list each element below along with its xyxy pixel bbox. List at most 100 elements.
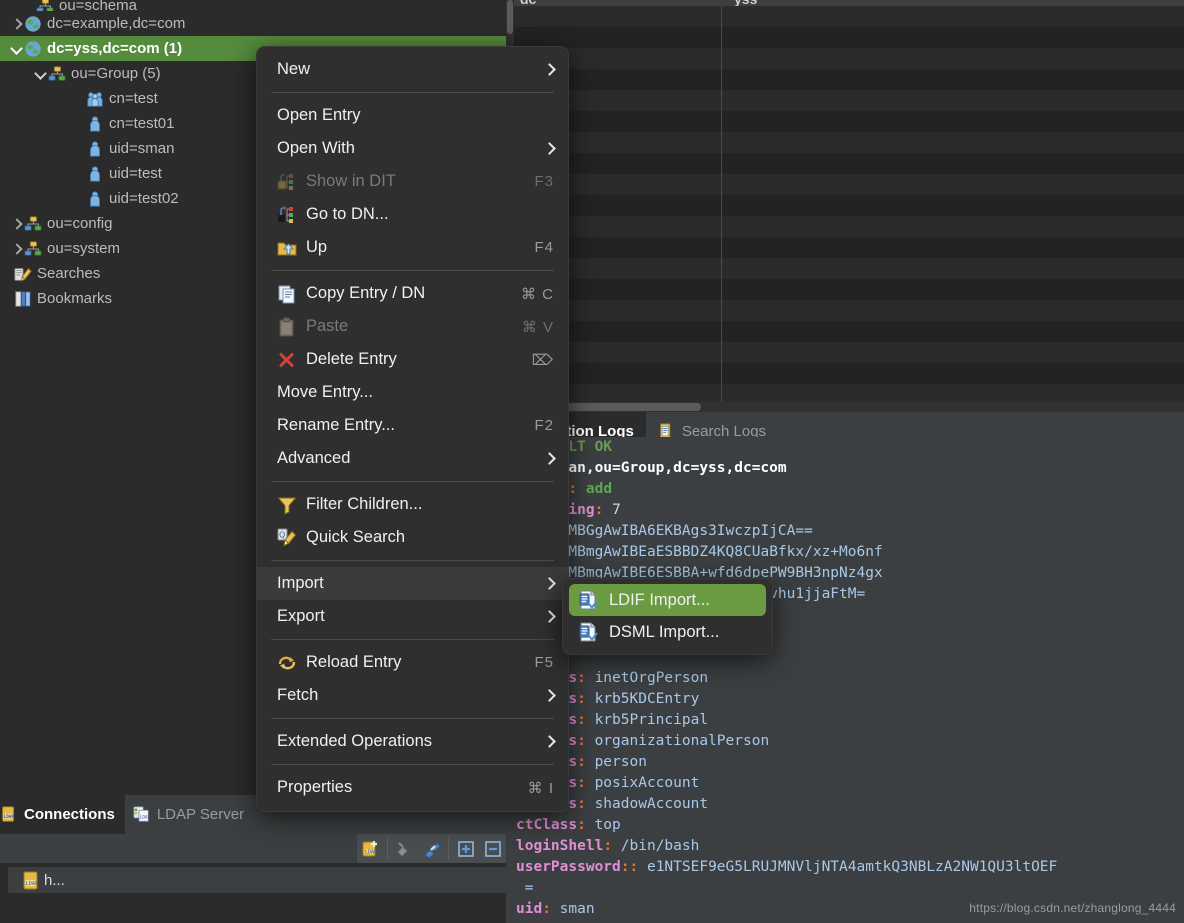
log-segment: 7	[612, 502, 621, 518]
table-row[interactable]	[506, 69, 1184, 90]
table-row[interactable]	[506, 258, 1184, 279]
import-submenu[interactable]: LDIF Import... DSML Import...	[562, 578, 773, 655]
menu-item-advanced[interactable]: Advanced	[257, 442, 568, 475]
connect-icon[interactable]	[418, 835, 445, 862]
menu-item-up[interactable]: Up F4	[257, 231, 568, 264]
table-row[interactable]	[506, 48, 1184, 69]
menu-item-quick-search[interactable]: Q Quick Search	[257, 521, 568, 554]
table-row[interactable]	[506, 279, 1184, 300]
table-row[interactable]	[506, 342, 1184, 363]
list-item[interactable]: LDAP h...	[8, 867, 506, 893]
log-segment: organizationalPerson	[594, 733, 770, 749]
table-row[interactable]	[506, 90, 1184, 111]
connections-toolbar-buttons[interactable]: LDAP	[357, 834, 506, 863]
submenu-item-ldif-import[interactable]: LDIF Import...	[569, 584, 766, 616]
table-row[interactable]	[506, 6, 1184, 27]
person-icon	[86, 140, 104, 158]
toolbar-separator	[387, 837, 388, 860]
menu-item-reload-entry[interactable]: Reload Entry F5	[257, 646, 568, 679]
chevron-right-icon[interactable]	[10, 17, 24, 31]
ou-icon	[24, 215, 42, 233]
menu-item-move-entry[interactable]: Move Entry...	[257, 376, 568, 409]
table-row[interactable]	[506, 195, 1184, 216]
modification-log-text[interactable]: #!RESULT OKuid=sman,ou=Group,dc=yss,dc=c…	[506, 437, 1184, 923]
new-connection-icon[interactable]: LDAP	[357, 835, 384, 862]
log-line: ctClass: organizationalPerson	[516, 731, 1184, 752]
quick-search-icon: Q	[277, 528, 297, 548]
tree-item-ou-schema[interactable]: ou=schema	[0, 0, 506, 11]
log-line: owWarning: 7	[516, 500, 1184, 521]
menu-item-filter-children[interactable]: Filter Children...	[257, 488, 568, 521]
connections-list[interactable]: LDAP h...	[0, 863, 506, 923]
menu-item-open-entry[interactable]: Open Entry	[257, 99, 568, 132]
tree-item-dc-example-dc-com[interactable]: dc=example,dc=com	[0, 11, 506, 36]
expand-all-icon[interactable]	[452, 835, 479, 862]
menu-item-delete-entry[interactable]: Delete Entry ⌦	[257, 343, 568, 376]
menu-item-rename-entry[interactable]: Rename Entry... F2	[257, 409, 568, 442]
log-line: ctClass: inetOrgPerson	[516, 668, 1184, 689]
log-segment: :	[594, 502, 613, 518]
table-row[interactable]	[506, 174, 1184, 195]
menu-item-label: Fetch	[277, 686, 319, 704]
ldap-server-icon: LDAP	[133, 805, 150, 824]
table-body[interactable]	[506, 6, 1184, 405]
log-segment: krb5Principal	[594, 712, 709, 728]
table-row[interactable]	[506, 216, 1184, 237]
submenu-item-label: DSML Import...	[609, 622, 720, 641]
toolbar-separator	[448, 837, 449, 860]
menu-item-extended-operations[interactable]: Extended Operations	[257, 725, 568, 758]
log-segment: MBGgAwIBA6EKBAgs3IwczpIjCA==	[568, 523, 813, 539]
menu-item-open-with[interactable]: Open With	[257, 132, 568, 165]
menu-item-show-in-dit: Show in DIT F3	[257, 165, 568, 198]
menu-item-label: Open Entry	[277, 106, 361, 124]
menu-item-import[interactable]: Import	[257, 567, 568, 600]
entry-attribute-table[interactable]: dc yss	[506, 0, 1184, 412]
menu-separator	[271, 92, 554, 93]
menu-item-fetch[interactable]: Fetch	[257, 679, 568, 712]
tree-item-label: dc=example,dc=com	[47, 15, 186, 32]
table-row[interactable]	[506, 153, 1184, 174]
log-segment: :	[568, 481, 586, 497]
collapse-all-icon[interactable]	[479, 835, 506, 862]
scrollbar-thumb[interactable]	[507, 0, 513, 34]
table-row[interactable]	[506, 300, 1184, 321]
menu-separator	[271, 270, 554, 271]
chevron-down-icon[interactable]	[34, 67, 48, 81]
goto-dn-icon	[277, 205, 297, 225]
chevron-down-icon[interactable]	[10, 42, 24, 56]
menu-item-shortcut: ⌘ C	[521, 285, 554, 303]
table-row[interactable]	[506, 111, 1184, 132]
menu-item-new[interactable]: New	[257, 53, 568, 86]
table-horizontal-scrollbar[interactable]	[506, 402, 1184, 412]
tree-item-label: uid=sman	[109, 140, 175, 157]
tab-connections[interactable]: LDAP Connections	[0, 795, 125, 834]
globe-icon	[24, 15, 42, 33]
table-column-separator[interactable]	[721, 6, 722, 404]
chevron-right-icon[interactable]	[10, 217, 24, 231]
menu-item-label: Move Entry...	[277, 383, 373, 401]
submenu-item-dsml-import[interactable]: DSML Import...	[569, 616, 766, 648]
person-icon	[86, 115, 104, 133]
tree-item-label: uid=test	[109, 165, 162, 182]
table-row[interactable]	[506, 321, 1184, 342]
table-row[interactable]	[506, 363, 1184, 384]
tab-ldap-server[interactable]: LDAP LDAP Server	[125, 795, 254, 834]
menu-item-export[interactable]: Export	[257, 600, 568, 633]
menu-item-copy-entry-dn[interactable]: Copy Entry / DN ⌘ C	[257, 277, 568, 310]
log-segment: loginShell	[516, 838, 604, 854]
entry-context-menu[interactable]: New Open Entry Open With Show in DIT F3 Go …	[256, 46, 569, 812]
table-row[interactable]	[506, 132, 1184, 153]
list-item-label: h...	[44, 871, 65, 889]
chevron-right-icon[interactable]	[10, 242, 24, 256]
table-row[interactable]	[506, 237, 1184, 258]
menu-item-go-to-dn[interactable]: Go to DN...	[257, 198, 568, 231]
log-line: ctClass: shadowAccount	[516, 794, 1184, 815]
disconnect-icon[interactable]	[391, 835, 418, 862]
table-row[interactable]	[506, 27, 1184, 48]
menu-item-label: Go to DN...	[306, 205, 389, 223]
menu-separator	[271, 560, 554, 561]
log-line: Key:: MBmgAwIBEaESBBDZ4KQ8CUaBfkx/xz+Mo6…	[516, 542, 1184, 563]
menu-item-properties[interactable]: Properties ⌘ I	[257, 771, 568, 804]
